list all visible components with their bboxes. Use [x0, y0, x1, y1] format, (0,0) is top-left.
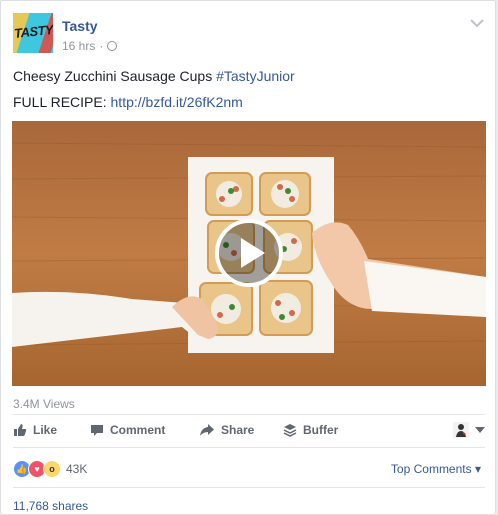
shares-divider: [13, 487, 485, 488]
actions-divider-top: [13, 414, 485, 415]
caret-down-icon: [475, 427, 485, 433]
comment-button[interactable]: Comment: [90, 419, 165, 441]
post-as-selector[interactable]: [453, 419, 485, 441]
page-name-link[interactable]: Tasty: [62, 18, 98, 34]
share-label: Share: [221, 423, 255, 437]
post-meta: 16 hrs ·: [62, 39, 118, 53]
page-avatar[interactable]: TASTY: [13, 13, 53, 53]
video-player[interactable]: [12, 121, 486, 386]
like-label: Like: [33, 423, 58, 437]
meta-separator: ·: [99, 39, 104, 53]
buffer-icon: [283, 424, 297, 437]
wow-reaction-icon: o: [43, 460, 61, 478]
like-button[interactable]: Like: [13, 419, 57, 441]
buffer-label: Buffer: [303, 423, 339, 437]
top-comments-caret-icon: ▾: [474, 462, 481, 476]
video-view-count: 3.4M Views: [13, 397, 75, 411]
comment-icon: [91, 425, 103, 436]
user-avatar-icon: [453, 422, 469, 438]
post-timestamp[interactable]: 16 hrs: [62, 39, 95, 53]
share-icon: [200, 424, 214, 436]
recipe-label: FULL RECIPE:: [13, 94, 111, 110]
recipe-link[interactable]: http://bzfd.it/26fK2nm: [111, 94, 243, 110]
post-card: TASTY Tasty 16 hrs · Cheesy Zucchini Sau…: [0, 0, 496, 515]
globe-icon[interactable]: [107, 41, 118, 51]
top-comments-dropdown[interactable]: Top Comments ▾: [391, 462, 481, 476]
caption-text: Cheesy Zucchini Sausage Cups: [13, 68, 217, 84]
recipe-line: FULL RECIPE: http://bzfd.it/26fK2nm: [13, 94, 243, 110]
play-icon[interactable]: [214, 218, 284, 288]
reactions-summary[interactable]: 👍 ♥ o 43K: [13, 460, 87, 478]
share-button[interactable]: Share: [199, 419, 254, 441]
reaction-count: 43K: [66, 462, 88, 476]
buffer-button[interactable]: Buffer: [283, 419, 338, 441]
comment-label: Comment: [110, 423, 166, 437]
like-icon: [14, 424, 27, 436]
post-caption: Cheesy Zucchini Sausage Cups #TastyJunio…: [13, 68, 295, 84]
post-actions-bar: Like Comment Share Buffer: [13, 419, 485, 441]
top-comments-label: Top Comments: [390, 462, 472, 476]
actions-divider-bottom: [13, 447, 485, 448]
chevron-down-icon[interactable]: [469, 17, 485, 29]
shares-count-link[interactable]: 11,768 shares: [13, 499, 88, 513]
caption-hashtag[interactable]: #TastyJunior: [216, 68, 295, 84]
